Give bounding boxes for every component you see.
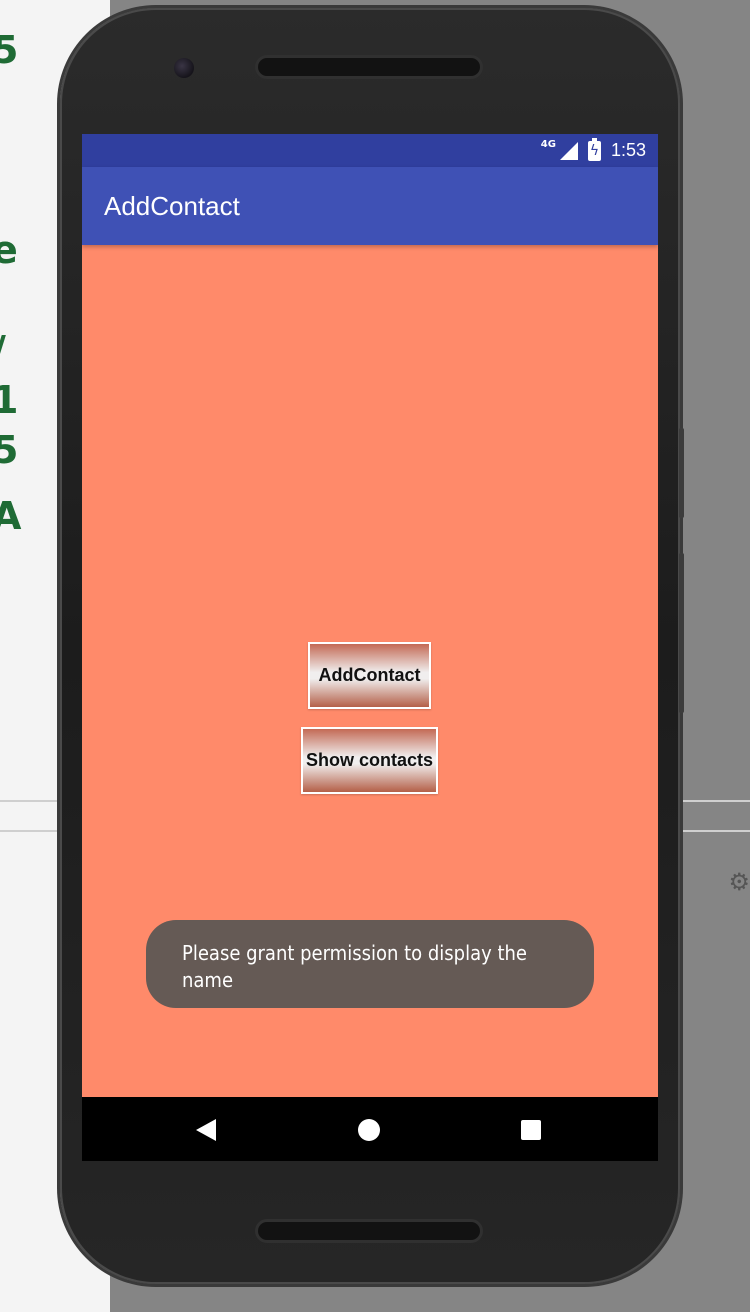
bottom-speaker [258,1222,480,1240]
background-code-glyph: 5 [0,428,19,472]
front-camera-icon [174,58,194,78]
phone-screen: 4G ϟ 1:53 AddContact AddContact Show con… [82,134,658,1161]
power-button[interactable] [679,428,684,518]
recents-icon[interactable] [521,1120,541,1140]
charging-bolt-icon: ϟ [589,142,600,159]
back-icon[interactable] [196,1119,216,1141]
background-code-glyph: A [0,494,22,538]
app-title: AddContact [104,191,240,221]
show-contacts-button[interactable]: Show contacts [301,727,438,794]
volume-button[interactable] [679,553,684,713]
app-toolbar: AddContact [82,167,658,245]
emulator-desktop: 5 e / 1 5 A ⚙ 4G ϟ 1:53 AddContact [0,0,750,1312]
background-code-glyph: 5 [0,28,19,72]
battery-charging-icon: ϟ [587,137,601,161]
network-type-label: 4G [540,139,556,150]
top-speaker [258,58,480,76]
home-icon[interactable] [358,1119,380,1141]
status-bar: 4G ϟ 1:53 [82,134,658,167]
background-code-glyph: 1 [0,378,19,422]
status-icons: 4G ϟ 1:53 [541,134,646,167]
status-clock: 1:53 [610,140,646,160]
phone-frame: 4G ϟ 1:53 AddContact AddContact Show con… [60,8,684,1284]
permission-toast: Please grant permission to display the n… [146,920,594,1008]
add-contact-button[interactable]: AddContact [308,642,431,709]
gear-icon: ⚙ [728,868,750,896]
signal-icon [559,141,578,160]
navigation-bar [82,1097,658,1161]
background-code-glyph: e [0,228,18,272]
background-code-glyph: / [0,328,6,372]
